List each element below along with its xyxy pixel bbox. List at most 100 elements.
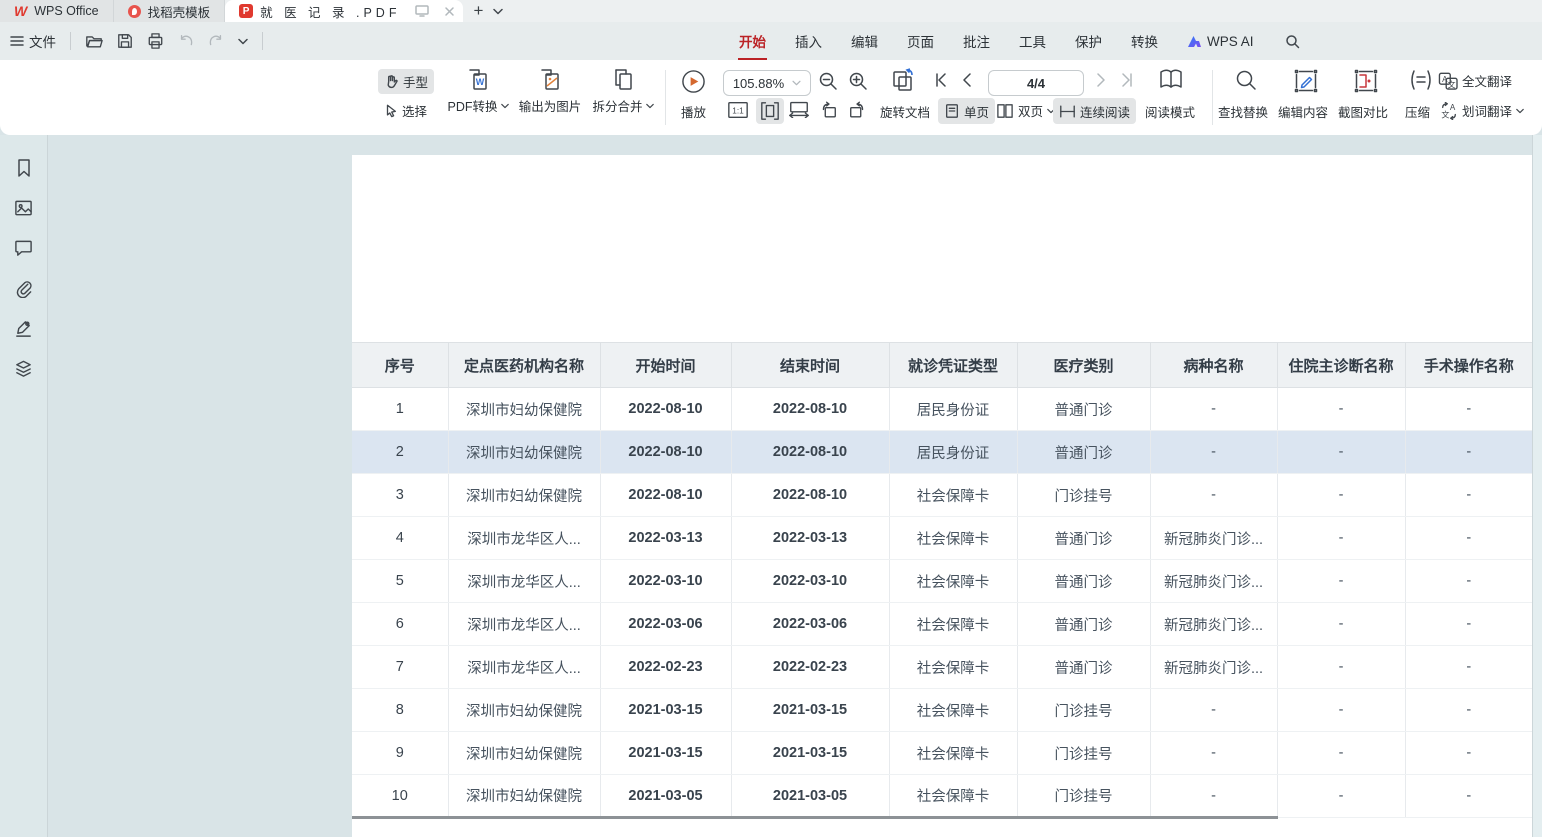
table-row[interactable]: 7深圳市龙华区人...2022-02-232022-02-23社会保障卡普通门诊… <box>352 646 1532 689</box>
print-icon[interactable] <box>147 33 164 49</box>
undo-icon[interactable] <box>178 34 194 48</box>
find-replace-label[interactable]: 查找替换 <box>1218 102 1268 121</box>
zoom-level-select[interactable]: 105.88% <box>723 70 811 96</box>
rotate-document-label[interactable]: 旋转文档 <box>880 102 930 121</box>
prev-page-button[interactable] <box>962 73 972 87</box>
column-header: 病种名称 <box>1150 343 1277 388</box>
menu-tab-page[interactable]: 页面 <box>906 29 935 53</box>
divider <box>1212 70 1213 125</box>
zoom-out-button[interactable] <box>818 71 838 91</box>
edit-content-label[interactable]: 编辑内容 <box>1278 102 1328 121</box>
window-tab-bar: W WPS Office 找稻壳模板 P 就 医 记 录 .PDF + <box>0 0 1542 22</box>
actual-size-button[interactable]: 1:1 <box>727 100 749 120</box>
rotate-right-button[interactable] <box>848 100 868 119</box>
tab-document-pdf[interactable]: P 就 医 记 录 .PDF <box>225 0 463 22</box>
hand-icon <box>384 74 399 89</box>
single-page-button[interactable]: 单页 <box>938 98 995 124</box>
rotate-pages-icon[interactable] <box>890 68 916 94</box>
last-page-button[interactable] <box>1120 73 1134 87</box>
play-button[interactable] <box>681 69 706 94</box>
table-row[interactable]: 10深圳市妇幼保健院2021-03-052021-03-05社会保障卡门诊挂号-… <box>352 775 1532 818</box>
table-row[interactable]: 6深圳市龙华区人...2022-03-062022-03-06社会保障卡普通门诊… <box>352 603 1532 646</box>
tab-list-chevron-icon[interactable] <box>493 8 503 15</box>
layers-icon[interactable] <box>13 357 35 379</box>
full-translate-button[interactable]: A文 全文翻译 <box>1438 71 1512 90</box>
edit-content-icon[interactable] <box>1294 69 1318 93</box>
table-cell: 2021-03-15 <box>731 689 889 732</box>
select-tool-button[interactable]: 选择 <box>378 98 433 123</box>
word-translate-button[interactable]: 文A 划词翻译 <box>1440 101 1524 120</box>
save-icon[interactable] <box>117 33 133 49</box>
thumbnails-icon[interactable] <box>13 197 35 219</box>
table-row[interactable]: 1深圳市妇幼保健院2022-08-102022-08-10居民身份证普通门诊--… <box>352 388 1532 431</box>
comment-icon[interactable] <box>13 237 35 259</box>
table-cell: 1 <box>352 388 448 431</box>
open-file-icon[interactable] <box>85 33 103 49</box>
table-cell: 2022-03-06 <box>600 603 731 646</box>
fit-width-button[interactable] <box>788 100 810 118</box>
compress-icon[interactable] <box>1408 69 1434 91</box>
split-merge-icon <box>611 67 635 93</box>
tab-docer-templates[interactable]: 找稻壳模板 <box>114 0 226 22</box>
table-row[interactable]: 5深圳市龙华区人...2022-03-102022-03-10社会保障卡普通门诊… <box>352 560 1532 603</box>
file-menu-button[interactable]: 文件 <box>10 31 56 51</box>
fit-page-button[interactable] <box>756 98 784 124</box>
pdf-convert-button[interactable]: W PDF转换 <box>443 67 513 115</box>
single-page-icon <box>944 103 960 119</box>
new-tab-button[interactable]: + <box>473 1 483 21</box>
split-merge-button[interactable]: 拆分合并 <box>590 67 656 115</box>
table-cell: 普通门诊 <box>1017 560 1150 603</box>
column-header: 序号 <box>352 343 448 388</box>
continuous-read-button[interactable]: 连续阅读 <box>1053 98 1136 124</box>
table-cell: - <box>1277 646 1405 689</box>
next-page-button[interactable] <box>1096 73 1106 87</box>
first-page-button[interactable] <box>934 73 948 87</box>
compress-label[interactable]: 压缩 <box>1405 102 1430 121</box>
menu-tab-annotate[interactable]: 批注 <box>962 29 991 53</box>
present-monitor-icon[interactable] <box>415 5 429 17</box>
column-header: 结束时间 <box>731 343 889 388</box>
table-cell: 普通门诊 <box>1017 517 1150 560</box>
bookmark-icon[interactable] <box>13 157 35 179</box>
menu-tab-protect[interactable]: 保护 <box>1074 29 1103 53</box>
svg-text:A: A <box>1450 103 1456 112</box>
read-mode-icon[interactable] <box>1158 68 1184 92</box>
menu-tab-tools[interactable]: 工具 <box>1018 29 1047 53</box>
close-tab-icon[interactable] <box>444 6 455 17</box>
table-row[interactable]: 9深圳市妇幼保健院2021-03-152021-03-15社会保障卡门诊挂号--… <box>352 732 1532 775</box>
menu-tab-wps-ai[interactable]: WPS AI <box>1186 32 1255 51</box>
read-mode-label[interactable]: 阅读模式 <box>1145 102 1195 121</box>
page-indicator-input[interactable]: 4/4 <box>988 70 1084 96</box>
tab-wps-office[interactable]: W WPS Office <box>0 0 114 22</box>
table-body: 1深圳市妇幼保健院2022-08-102022-08-10居民身份证普通门诊--… <box>352 388 1532 818</box>
table-cell: - <box>1405 689 1532 732</box>
hand-tool-button[interactable]: 手型 <box>378 69 434 94</box>
screenshot-compare-label[interactable]: 截图对比 <box>1338 102 1388 121</box>
menu-tab-edit[interactable]: 编辑 <box>850 29 879 53</box>
table-cell: 2021-03-05 <box>600 775 731 818</box>
hamburger-icon <box>10 35 24 47</box>
export-image-button[interactable]: 输出为图片 <box>515 67 585 115</box>
double-page-button[interactable]: 双页 <box>996 101 1055 120</box>
menu-tab-convert[interactable]: 转换 <box>1130 29 1159 53</box>
menu-tab-insert[interactable]: 插入 <box>794 29 823 53</box>
signature-icon[interactable] <box>13 317 35 339</box>
redo-icon[interactable] <box>208 34 224 48</box>
table-cell: 2021-03-15 <box>600 732 731 775</box>
screenshot-compare-icon[interactable] <box>1354 69 1378 93</box>
table-row[interactable]: 8深圳市妇幼保健院2021-03-152021-03-15社会保障卡门诊挂号--… <box>352 689 1532 732</box>
menu-tab-home[interactable]: 开始 <box>738 29 767 53</box>
column-header: 就诊凭证类型 <box>889 343 1017 388</box>
rotate-left-button[interactable] <box>818 100 838 119</box>
zoom-in-button[interactable] <box>848 71 868 91</box>
table-row[interactable]: 3深圳市妇幼保健院2022-08-102022-08-10社会保障卡门诊挂号--… <box>352 474 1532 517</box>
attachment-icon[interactable] <box>13 277 35 299</box>
table-row[interactable]: 4深圳市龙华区人...2022-03-132022-03-13社会保障卡普通门诊… <box>352 517 1532 560</box>
menu-search-icon[interactable] <box>1284 32 1301 51</box>
vertical-scrollbar[interactable] <box>1532 135 1542 837</box>
table-row[interactable]: 2深圳市妇幼保健院2022-08-102022-08-10居民身份证普通门诊--… <box>352 431 1532 474</box>
wps-logo-icon: W <box>14 3 27 19</box>
find-replace-icon[interactable] <box>1235 69 1257 91</box>
play-label: 播放 <box>681 102 706 121</box>
quickbar-chevron-icon[interactable] <box>238 38 248 45</box>
